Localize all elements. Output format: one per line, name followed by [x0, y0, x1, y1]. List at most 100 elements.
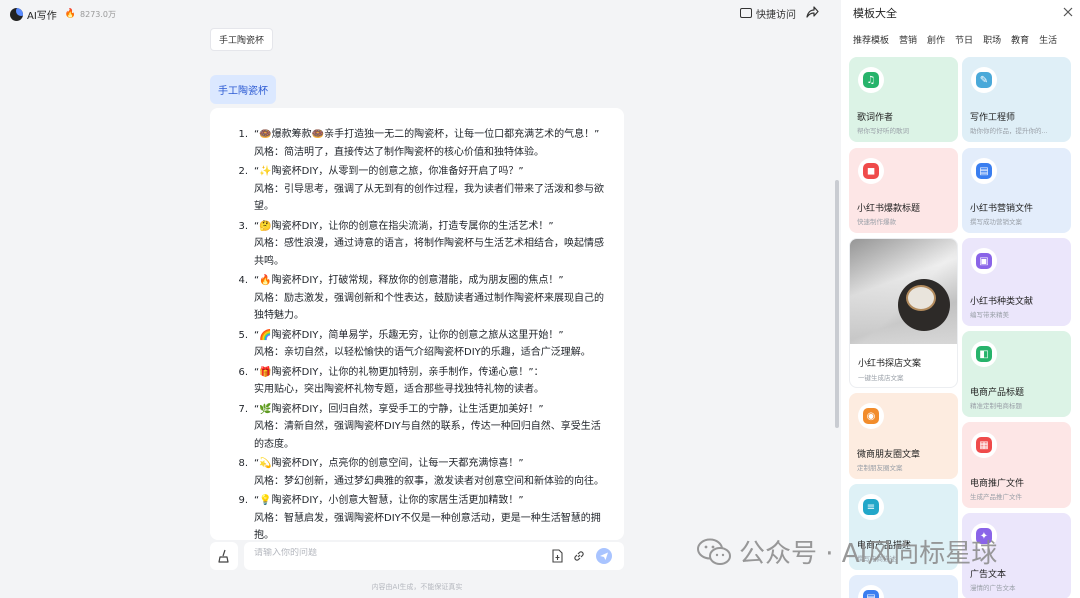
answer-item: 6. “🎁陶瓷杯DIY，让你的礼物更加特别，亲手制作，传递心意！”： 实用贴心，突出…	[226, 364, 610, 399]
card-title: 电商产品描述	[857, 541, 912, 551]
answer-item: 8. “💫陶瓷杯DIY，点亮你的创意空间，让每一天都充满惊喜！” 风格：梦幻创新，通…	[226, 455, 610, 490]
answer-item: 3. “🤔陶瓷杯DIY，让你的创意在指尖流淌，打造专属你的生活艺术！” 风格：感性浪…	[226, 218, 610, 271]
card-title: 写作工程师	[970, 113, 1016, 123]
answer-item: 1. “🍩爆款筹款🍩亲手打造独一无二的陶瓷杯，让每一位口都充满艺术的气息！” 风格：…	[226, 126, 610, 161]
music-icon: ♫	[858, 67, 884, 93]
quick-access-button[interactable]: 快捷访问	[740, 4, 796, 22]
card-title: 电商推广文件	[970, 479, 1025, 489]
tab-2[interactable]: 創作	[927, 33, 945, 46]
card-title: 电商产品标题	[970, 388, 1025, 398]
template-card[interactable]: ♫ 歌词作者 帮你写好听的歌词	[849, 57, 958, 142]
file-icon: ▦	[971, 432, 997, 458]
answer-card: 1. “🍩爆款筹款🍩亲手打造独一无二的陶瓷杯，让每一位口都充满艺术的气息！” 风格：…	[210, 108, 624, 540]
quick-access-label: 快捷访问	[756, 9, 796, 21]
template-card[interactable]: ◉ 微商朋友圈文章 定制朋友圈文案	[849, 393, 958, 479]
logo-icon	[10, 7, 23, 21]
template-card[interactable]: ✎ 写作工程师助你你的作品，提升你的...	[962, 57, 1071, 142]
card-title: 广告文本	[970, 570, 1007, 580]
answer-body: “🌿陶瓷杯DIY，回归自然，享受手工的宁静，让生活更加美好！” 风格：清新自然，强…	[254, 401, 610, 454]
chat-scrollbar[interactable]	[835, 180, 839, 428]
tab-5[interactable]: 教育	[1011, 33, 1029, 46]
answer-style: 风格：梦幻创新，通过梦幻典雅的叙事，激发读者对创意空间和新体验的向往。	[254, 475, 604, 487]
answer-item: 5. “🌈陶瓷杯DIY，简单易学，乐趣无穷，让你的创意之旅从这里开始！” 风格：亲切…	[226, 327, 610, 362]
ai-disclaimer: 内容由AI生成，不能保证真实	[371, 583, 463, 591]
share-icon[interactable]	[805, 5, 819, 19]
answer-body: “✨陶瓷杯DIY，从零到一的创意之旅，你准备好开启了吗？” 风格：引导思考，强调了…	[254, 163, 610, 216]
tab-6[interactable]: 生活	[1039, 33, 1057, 46]
answer-headline: “💫陶瓷杯DIY，点亮你的创意空间，让每一天都充满惊喜！”	[254, 458, 524, 469]
card-title: 歌词作者	[857, 113, 894, 123]
answer-headline: “🔥陶瓷杯DIY，打破常规，释放你的创意潜能，成为朋友圈的焦点！”	[254, 275, 564, 286]
ad-icon: ✦	[971, 523, 997, 549]
link-icon[interactable]	[572, 549, 586, 563]
answer-style: 风格：励志激发，强调创新和个性表达，鼓励读者通过制作陶瓷杯来展现自己的独特魅力。	[254, 292, 604, 322]
card-subtitle: 精准定制电商标题	[970, 402, 1022, 410]
card-title: 小红书种类文献	[970, 297, 1034, 307]
tab-1[interactable]: 营销	[899, 33, 917, 46]
send-icon	[600, 552, 608, 560]
circle-icon: ◉	[858, 403, 884, 429]
app-title: AI写作	[27, 10, 57, 22]
answer-headline: “🍩爆款筹款🍩亲手打造独一无二的陶瓷杯，让每一位口都充满艺术的气息！”	[254, 129, 600, 140]
template-tabs: 推荐模板 营销 創作 节日 职场 教育 生活	[853, 33, 1057, 46]
card-subtitle: 编写带来精美	[970, 311, 1009, 319]
card-title: 小红书营销文件	[970, 204, 1034, 214]
answer-list: 1. “🍩爆款筹款🍩亲手打造独一无二的陶瓷杯，让每一位口都充满艺术的气息！” 风格：…	[226, 126, 610, 540]
answer-style: 实用贴心，突出陶瓷杯礼物专题，适合那些寻找独特礼物的读者。	[254, 384, 544, 395]
chat-input[interactable]	[254, 548, 534, 558]
chat-input-box[interactable]	[244, 542, 624, 570]
card-subtitle: 助你你的作品，提升你的...	[970, 127, 1048, 135]
template-card[interactable]: ▦ 电商推广文件 生成产品推广文件	[962, 422, 1071, 508]
answer-number: 5.	[238, 329, 248, 341]
tab-3[interactable]: 节日	[955, 33, 973, 46]
pen-icon: ✎	[971, 67, 997, 93]
answer-headline: “🌈陶瓷杯DIY，简单易学，乐趣无穷，让你的创意之旅从这里开始！”	[254, 329, 564, 341]
clear-button[interactable]	[210, 542, 238, 570]
template-card[interactable]: ▤ 小红书营销文件 撰写成功营销文案	[962, 148, 1071, 233]
document-icon: ▤	[971, 158, 997, 184]
answer-number: 8.	[238, 458, 248, 469]
coffee-latte	[906, 285, 936, 311]
answer-number: 7.	[238, 403, 248, 415]
tab-0[interactable]: 推荐模板	[853, 33, 889, 46]
answer-item: 9. “💡陶瓷杯DIY，小创意大智慧，让你的家居生活更加精致！” 风格：智慧启发，强…	[226, 492, 610, 540]
answer-style: 风格：简洁明了，直接传达了制作陶瓷杯的核心价值和独特体验。	[254, 146, 544, 158]
template-card[interactable]: ◧ 电商产品标题 精准定制电商标题	[962, 331, 1071, 417]
red-note-icon: ◼	[858, 158, 884, 184]
answer-style: 风格：清新自然，强调陶瓷杯DIY与自然的联系，传达一种回归自然、享受生活的态度。	[254, 421, 601, 450]
answer-number: 9.	[238, 495, 248, 506]
send-button[interactable]	[596, 548, 612, 564]
card-subtitle: 定制朋友圈文案	[857, 464, 903, 472]
card-title: 小红书爆款标题	[857, 204, 921, 214]
wechat-icon	[697, 538, 731, 565]
close-icon[interactable]	[1062, 6, 1074, 18]
template-card[interactable]: ✦ 广告文本漫情的广告文本	[962, 513, 1071, 598]
answer-style: 风格：智慧启发，强调陶瓷杯DIY不仅是一种创意活动，更是一种生活智慧的拥抱。	[254, 512, 601, 541]
answer-headline: “💡陶瓷杯DIY，小创意大智慧，让你的家居生活更加精致！”	[254, 495, 524, 506]
answer-body: “💡陶瓷杯DIY，小创意大智慧，让你的家居生活更加精致！” 风格：智慧启发，强调陶…	[254, 492, 610, 540]
answer-style: 风格：引导思考，强调了从无到有的创作过程，我为读者们带来了活泼和参与欲望。	[254, 183, 604, 213]
app-logo[interactable]: AI写作 🔥 8273.0万	[10, 7, 116, 22]
answer-body: “🎁陶瓷杯DIY，让你的礼物更加特别，亲手制作，传递心意！”： 实用贴心，突出陶瓷…	[254, 364, 610, 399]
answer-number: 2.	[238, 166, 248, 177]
template-card[interactable]: ≡ 电商产品描述 撰写电商描述	[849, 484, 958, 570]
template-card[interactable]: ▤	[849, 575, 958, 598]
prompt-tag[interactable]: 手工陶瓷杯	[210, 28, 274, 51]
tab-4[interactable]: 职场	[983, 33, 1001, 46]
answer-body: “🔥陶瓷杯DIY，打破常规，释放你的创意潜能，成为朋友圈的焦点！” 风格：励志激发…	[254, 272, 610, 325]
template-card[interactable]: ◼ 小红书爆款标题 快速制作爆款	[849, 148, 958, 233]
doc-icon: ▤	[858, 585, 884, 598]
list-icon: ≡	[858, 494, 884, 520]
card-subtitle: 生成产品推广文件	[970, 493, 1022, 501]
user-message: 手工陶瓷杯	[210, 75, 276, 104]
template-card[interactable]: ▣ 小红书种类文献 编写带来精美	[962, 238, 1071, 326]
upload-file-icon[interactable]	[550, 549, 564, 563]
card-title: 微商朋友圈文章	[857, 450, 921, 460]
answer-item: 4. “🔥陶瓷杯DIY，打破常规，释放你的创意潜能，成为朋友圈的焦点！” 风格：励志…	[226, 272, 610, 325]
top-bar: AI写作 🔥 8273.0万	[0, 0, 840, 28]
points-count: 8273.0万	[80, 9, 117, 19]
card-title: 小红书探店文案	[858, 359, 922, 369]
card-subtitle: 漫情的广告文本	[970, 584, 1016, 592]
template-card[interactable]: 小红书探店文案 一键生成店文案	[849, 238, 958, 388]
panel-title: 模板大全	[853, 7, 897, 20]
